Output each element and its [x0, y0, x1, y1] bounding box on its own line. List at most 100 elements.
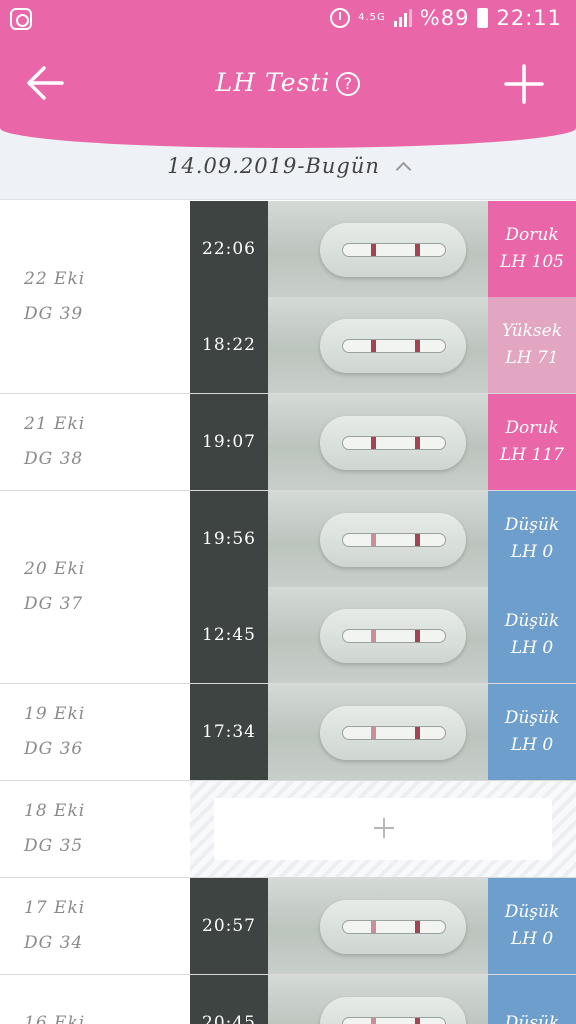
date-range-header[interactable]: 14.09.2019-Bugün	[0, 128, 576, 200]
test-entry[interactable]: 20:57 Düşük LH 0	[190, 878, 576, 974]
test-line	[371, 340, 376, 352]
test-strip-casing	[320, 416, 466, 470]
status-bar: 4.5G %89 22:11	[0, 0, 576, 40]
test-strip-casing	[320, 513, 466, 567]
add-test-slot[interactable]	[190, 781, 576, 877]
test-time: 20:45	[190, 975, 268, 1024]
test-strip-photo[interactable]	[268, 394, 488, 490]
result-value: LH 0	[510, 542, 554, 562]
test-strip-casing	[320, 900, 466, 954]
day-group: 19 Eki DG 36 17:34 Düşük LH 0	[0, 684, 576, 781]
result-badge[interactable]: Düşük LH 0	[488, 491, 576, 587]
test-strip-photo[interactable]	[268, 684, 488, 780]
test-line	[415, 534, 420, 546]
test-line	[415, 340, 420, 352]
result-badge[interactable]: Düşük	[488, 975, 576, 1024]
cycle-day: DG 34	[24, 933, 84, 953]
battery-percent: %89	[419, 6, 470, 30]
cycle-day: DG 37	[24, 594, 84, 614]
result-value: LH 0	[510, 735, 554, 755]
test-line	[415, 244, 420, 256]
result-badge[interactable]: Yüksek LH 71	[488, 297, 576, 393]
test-entry[interactable]: 12:45 Düşük LH 0	[190, 587, 576, 683]
test-list: 22 Eki DG 39 22:06 Doruk LH 105 18:22 Yüksek LH…	[0, 201, 576, 1024]
day-group: 22 Eki DG 39 22:06 Doruk LH 105 18:22 Yüksek LH…	[0, 201, 576, 394]
result-badge[interactable]: Düşük LH 0	[488, 878, 576, 974]
test-entry[interactable]: 22:06 Doruk LH 105	[190, 201, 576, 297]
day-label: 22 Eki DG 39	[0, 201, 190, 393]
test-line	[415, 437, 420, 449]
test-strip-photo[interactable]	[268, 201, 488, 297]
day-entries: 19:07 Doruk LH 117	[190, 394, 576, 490]
result-badge[interactable]: Doruk LH 117	[488, 394, 576, 490]
day-date: 21 Eki	[24, 414, 86, 434]
test-strip-window	[342, 339, 446, 353]
test-line	[371, 727, 376, 739]
day-label: 17 Eki DG 34	[0, 878, 190, 974]
test-entry[interactable]: 20:45 Düşük	[190, 975, 576, 1024]
result-value: LH 0	[510, 929, 554, 949]
result-badge[interactable]: Düşük LH 0	[488, 587, 576, 683]
help-icon[interactable]: ?	[336, 72, 361, 96]
add-icon[interactable]	[504, 64, 544, 104]
test-time: 19:07	[190, 394, 268, 490]
result-level: Düşük	[504, 515, 560, 535]
test-strip-casing	[320, 223, 466, 277]
network-type: 4.5G	[358, 12, 386, 23]
test-strip-photo[interactable]	[268, 491, 488, 587]
day-entries: 22:06 Doruk LH 105 18:22 Yüksek LH 71	[190, 201, 576, 393]
page-title-text: LH Testi	[215, 68, 331, 97]
plus-icon[interactable]	[374, 818, 394, 838]
test-strip-casing	[320, 706, 466, 760]
day-entries: 19:56 Düşük LH 0 12:45 Düşük LH 0	[190, 491, 576, 683]
test-time: 22:06	[190, 201, 268, 297]
chevron-up-icon[interactable]	[395, 161, 412, 178]
cycle-day: DG 39	[24, 304, 84, 324]
test-strip-photo[interactable]	[268, 878, 488, 974]
test-entry[interactable]: 17:34 Düşük LH 0	[190, 684, 576, 780]
day-date: 20 Eki	[24, 559, 86, 579]
test-line	[371, 534, 376, 546]
test-strip-window	[342, 629, 446, 643]
day-entries: 17:34 Düşük LH 0	[190, 684, 576, 780]
test-line	[371, 437, 376, 449]
test-strip-window	[342, 726, 446, 740]
test-line	[415, 630, 420, 642]
test-line	[415, 727, 420, 739]
day-group: 20 Eki DG 37 19:56 Düşük LH 0 12:45 Düşük LH 0	[0, 491, 576, 684]
cycle-day: DG 36	[24, 739, 84, 759]
result-badge[interactable]: Düşük LH 0	[488, 684, 576, 780]
test-entry[interactable]: 19:07 Doruk LH 117	[190, 394, 576, 490]
test-strip-casing	[320, 997, 466, 1024]
day-date: 18 Eki	[24, 801, 86, 821]
test-strip-window	[342, 436, 446, 450]
day-group: 21 Eki DG 38 19:07 Doruk LH 117	[0, 394, 576, 491]
test-strip-casing	[320, 319, 466, 373]
result-level: Düşük	[504, 1012, 560, 1024]
test-strip-casing	[320, 609, 466, 663]
test-strip-window	[342, 243, 446, 257]
test-entry[interactable]: 18:22 Yüksek LH 71	[190, 297, 576, 393]
test-entry[interactable]: 19:56 Düşük LH 0	[190, 491, 576, 587]
result-level: Düşük	[504, 708, 560, 728]
day-label: 21 Eki DG 38	[0, 394, 190, 490]
day-group: 17 Eki DG 34 20:57 Düşük LH 0	[0, 878, 576, 975]
result-level: Doruk	[505, 225, 559, 245]
test-strip-photo[interactable]	[268, 297, 488, 393]
test-time: 19:56	[190, 491, 268, 587]
result-level: Doruk	[505, 418, 559, 438]
test-strip-photo[interactable]	[268, 587, 488, 683]
test-strip-window	[342, 1017, 446, 1024]
test-line	[415, 1018, 420, 1024]
result-badge[interactable]: Doruk LH 105	[488, 201, 576, 297]
add-test-card[interactable]	[214, 798, 552, 860]
date-range[interactable]: 14.09.2019-Bugün	[0, 154, 576, 178]
test-time: 20:57	[190, 878, 268, 974]
status-indicators: 4.5G %89 22:11	[330, 6, 562, 30]
result-level: Düşük	[504, 902, 560, 922]
result-value: LH 105	[500, 252, 564, 272]
day-label: 20 Eki DG 37	[0, 491, 190, 683]
day-entries: 20:57 Düşük LH 0	[190, 878, 576, 974]
test-time: 12:45	[190, 587, 268, 683]
test-strip-photo[interactable]	[268, 975, 488, 1024]
